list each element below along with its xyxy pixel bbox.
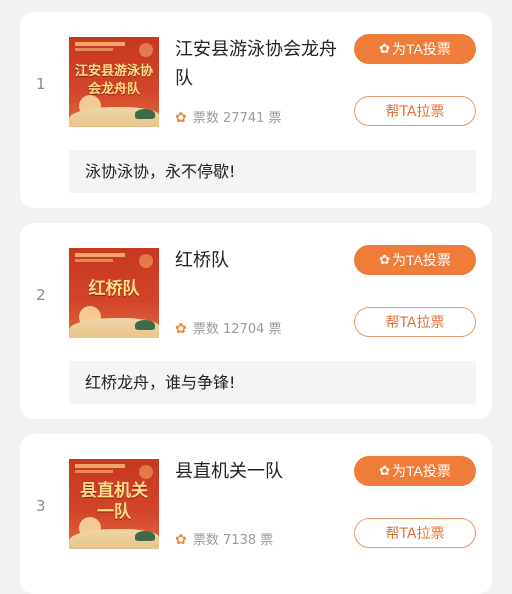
team-slogan: 泳协泳协，永不停歇! [69, 150, 476, 193]
team-card[interactable]: 3 县直机关一队 县直机关一队 ✿ 票数 7138 票 ✿ 为TA投票 帮TA拉… [20, 434, 492, 594]
team-slogan: 红桥龙舟，谁与争锋! [69, 361, 476, 404]
lotus-icon: ✿ [175, 110, 187, 126]
rank-number: 2 [36, 286, 46, 304]
vote-count-value: 7138 [223, 533, 257, 548]
team-card[interactable]: 2 红桥队 红桥队 ✿ 票数 12704 票 ✿ 为TA投票 帮TA拉票 红桥龙… [20, 223, 492, 419]
pull-votes-button[interactable]: 帮TA拉票 [354, 307, 476, 337]
pull-votes-button[interactable]: 帮TA拉票 [354, 518, 476, 548]
lotus-icon: ✿ [379, 463, 391, 478]
tree-decoration [135, 320, 155, 330]
team-poster-image[interactable]: 江安县游泳协会龙舟队 [69, 37, 159, 127]
vote-button[interactable]: ✿ 为TA投票 [354, 456, 476, 486]
vote-count-value: 12704 [223, 322, 265, 337]
rank-number: 1 [36, 75, 46, 93]
poster-title: 县直机关一队 [80, 481, 148, 522]
team-poster-image[interactable]: 红桥队 [69, 248, 159, 338]
lotus-icon: ✿ [379, 41, 391, 56]
vote-count-prefix: 票数 [192, 533, 219, 548]
team-poster-image[interactable]: 县直机关一队 [69, 459, 159, 549]
vote-count-suffix: 票 [260, 533, 274, 548]
team-name: 江安县游泳协会龙舟队 [175, 39, 337, 89]
vote-button-label: 为TA投票 [392, 41, 451, 57]
vote-count: ✿ 票数 27741 票 [175, 107, 282, 126]
vote-button-label: 为TA投票 [392, 252, 451, 268]
pull-votes-button[interactable]: 帮TA拉票 [354, 96, 476, 126]
poster-title: 红桥队 [88, 279, 140, 299]
vote-count-value: 27741 [223, 111, 265, 126]
team-card[interactable]: 1 江安县游泳协会龙舟队 江安县游泳协会龙舟队 ✿ 票数 27741 票 ✿ 为… [20, 12, 492, 208]
vote-count-suffix: 票 [268, 322, 282, 337]
sun-decoration [139, 43, 153, 57]
lotus-icon: ✿ [175, 532, 187, 548]
sun-decoration [139, 465, 153, 479]
vote-button[interactable]: ✿ 为TA投票 [354, 245, 476, 275]
lotus-icon: ✿ [379, 252, 391, 267]
tree-decoration [135, 531, 155, 541]
vote-count: ✿ 票数 7138 票 [175, 529, 273, 548]
tree-decoration [135, 109, 155, 119]
vote-count-prefix: 票数 [192, 111, 219, 126]
vote-button-label: 为TA投票 [392, 463, 451, 479]
team-list: 1 江安县游泳协会龙舟队 江安县游泳协会龙舟队 ✿ 票数 27741 票 ✿ 为… [0, 0, 512, 594]
lotus-icon: ✿ [175, 321, 187, 337]
rank-number: 3 [36, 497, 46, 515]
vote-count-suffix: 票 [268, 111, 282, 126]
vote-count: ✿ 票数 12704 票 [175, 318, 282, 337]
vote-count-prefix: 票数 [192, 322, 219, 337]
sun-decoration [139, 254, 153, 268]
poster-title: 江安县游泳协会龙舟队 [74, 64, 153, 97]
team-name: 红桥队 [175, 250, 229, 271]
vote-button[interactable]: ✿ 为TA投票 [354, 34, 476, 64]
team-name: 县直机关一队 [175, 461, 283, 482]
